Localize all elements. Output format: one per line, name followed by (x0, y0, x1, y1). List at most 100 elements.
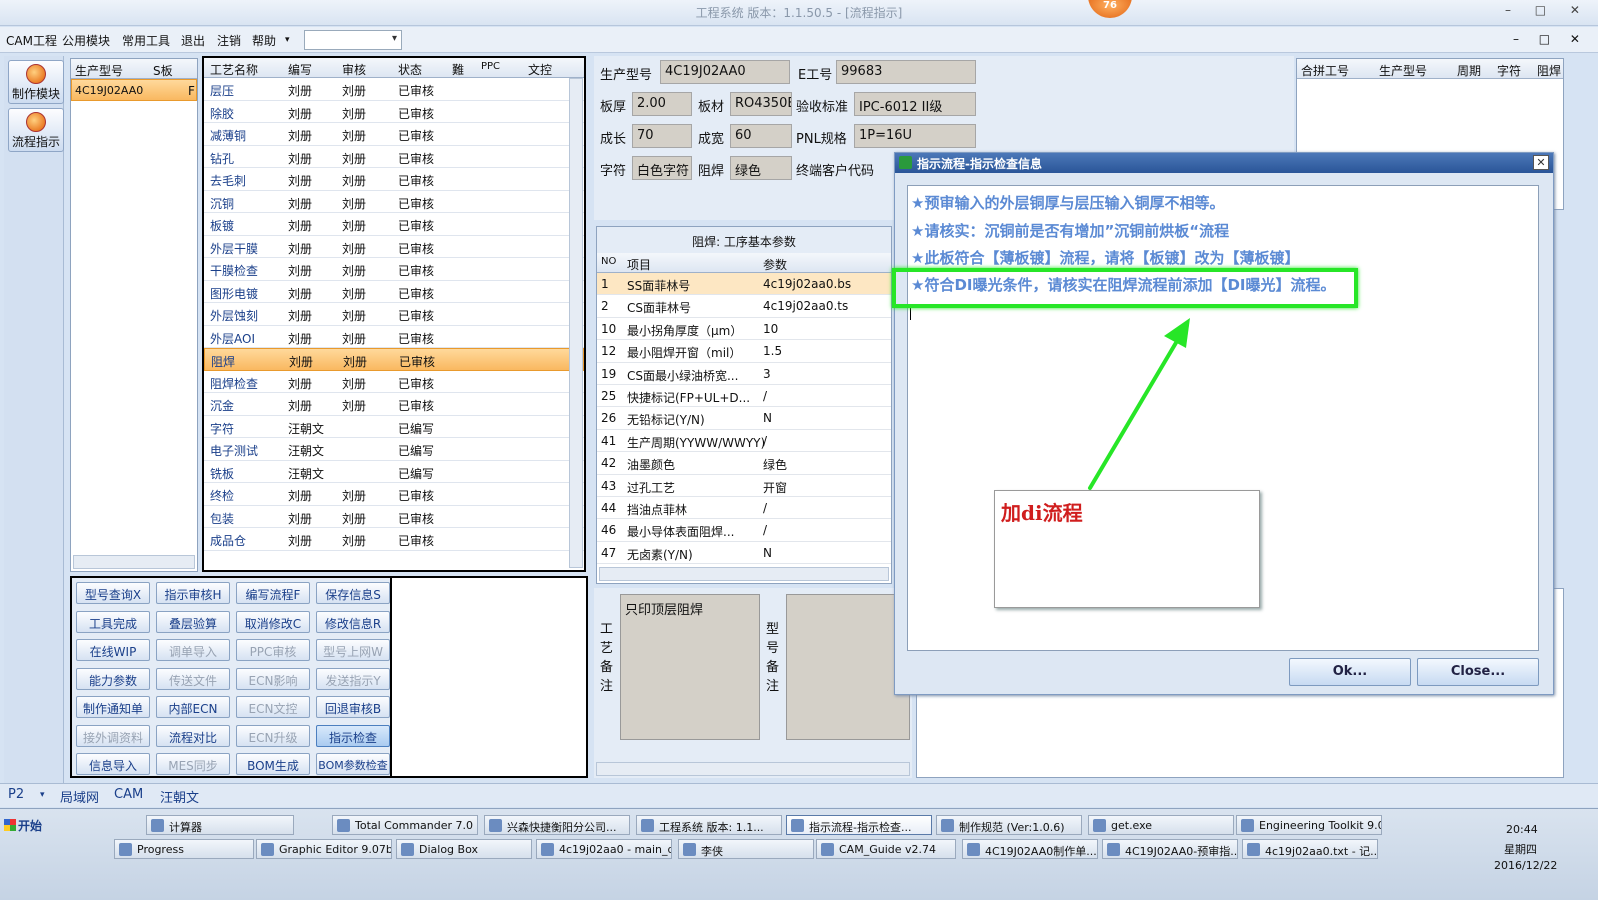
process-row[interactable]: 去毛刺 刘册 刘册 已审核 (204, 168, 584, 191)
status-network[interactable]: 局域网 (60, 787, 99, 806)
chevron-down-icon[interactable]: ▾ (285, 35, 290, 45)
col-difficulty[interactable]: 難 (452, 61, 464, 78)
action-button[interactable]: 流程对比 (156, 724, 230, 747)
process-row[interactable]: 外层AOI 刘册 刘册 已审核 (204, 326, 584, 348)
param-row[interactable]: 26 无铅标记(Y/N) N (597, 407, 891, 430)
job-col-flag[interactable]: S板 (153, 62, 173, 79)
col-merge-period[interactable]: 周期 (1457, 62, 1481, 79)
action-button[interactable]: 回退审核B (316, 696, 390, 718)
menu-exit[interactable]: 退出 (181, 32, 205, 49)
model-remark-text[interactable] (786, 594, 910, 740)
action-button[interactable]: 叠层验算 (156, 610, 230, 633)
action-button[interactable]: 指示检查 (316, 724, 390, 747)
taskbar-item[interactable]: Dialog Box (396, 839, 532, 859)
process-row[interactable]: 沉金 刘册 刘册 已审核 (204, 393, 584, 416)
action-button[interactable]: BOM生成 (236, 753, 310, 775)
action-button[interactable]: 工具完成 (76, 610, 150, 633)
col-no[interactable]: NO (601, 256, 616, 267)
process-row[interactable]: 包装 刘册 刘册 已审核 (204, 506, 584, 528)
taskbar-item[interactable]: 工程系统 版本: 1.1... (636, 815, 782, 835)
taskbar-item[interactable]: 4c19j02aa0.txt - 记... (1242, 839, 1378, 859)
action-button[interactable]: 取消修改C (236, 610, 310, 633)
param-row[interactable]: 12 最小阻焊开窗（mil） 1.5 (597, 340, 891, 363)
param-row[interactable]: 42 油墨颜色 绿色 (597, 452, 891, 475)
process-vscrollbar[interactable] (569, 78, 583, 568)
col-merge-no[interactable]: 合拼工号 (1301, 62, 1349, 79)
status-user[interactable]: 汪朝文 (160, 787, 199, 806)
pnl-field[interactable]: 1P=16U (854, 124, 976, 148)
action-button[interactable]: 内部ECN (156, 696, 230, 718)
close-button[interactable]: Close... (1417, 658, 1539, 686)
param-row[interactable]: 19 CS面最小绿油桥宽... 3 (597, 363, 891, 385)
taskbar-item[interactable]: 指示流程-指示检查... (786, 815, 932, 835)
job-hscrollbar[interactable] (73, 555, 195, 569)
menu-common-modules[interactable]: 公用模块 (62, 32, 110, 49)
action-button[interactable]: BOM参数检查 (316, 753, 390, 775)
process-row[interactable]: 电子测试 汪朝文 已编写 (204, 438, 584, 461)
process-remark-text[interactable]: 只印顶层阻焊 (620, 594, 760, 740)
action-button[interactable]: 修改信息R (316, 610, 390, 633)
process-row[interactable]: 沉铜 刘册 刘册 已审核 (204, 191, 584, 213)
process-row[interactable]: 干膜检查 刘册 刘册 已审核 (204, 258, 584, 281)
param-row[interactable]: 43 过孔工艺 开窗 (597, 475, 891, 497)
process-row[interactable]: 终检 刘册 刘册 已审核 (204, 483, 584, 506)
col-item[interactable]: 项目 (627, 256, 651, 273)
process-row[interactable]: 阻焊 刘册 刘册 已审核 (204, 348, 584, 371)
chevron-down-icon[interactable]: ▾ (40, 790, 45, 800)
taskbar-item[interactable]: 4C19J02AA0-预审指... (1102, 839, 1238, 859)
action-button[interactable]: MES同步 (156, 753, 230, 775)
mask-field[interactable]: 绿色 (730, 156, 792, 180)
action-button[interactable]: 型号上网W (316, 639, 390, 661)
ok-button[interactable]: Ok... (1289, 658, 1411, 686)
taskbar-item[interactable]: CAM_Guide v2.74 (816, 839, 956, 859)
taskbar-item[interactable]: 计算器 (146, 815, 294, 835)
action-button[interactable]: 发送指示Y (316, 667, 390, 690)
col-ppc[interactable]: PPC (481, 61, 500, 72)
menu-combo[interactable] (304, 30, 402, 50)
action-button[interactable]: ECN文控 (236, 696, 310, 718)
process-row[interactable]: 阻焊检查 刘册 刘册 已审核 (204, 371, 584, 393)
param-row[interactable]: 46 最小导体表面阻焊... / (597, 519, 891, 542)
process-row[interactable]: 钻孔 刘册 刘册 已审核 (204, 146, 584, 168)
col-process-name[interactable]: 工艺名称 (210, 61, 258, 78)
param-row[interactable]: 25 快捷标记(FP+UL+D... / (597, 385, 891, 408)
process-row[interactable]: 铣板 汪朝文 已编写 (204, 461, 584, 483)
menu-cam[interactable]: CAM工程 (6, 32, 57, 49)
status-page[interactable]: P2 (8, 787, 24, 802)
param-row[interactable]: 10 最小拐角厚度（μm） 10 (597, 318, 891, 341)
param-row[interactable]: 1 SS面菲林号 4c19j02aa0.bs (597, 273, 891, 296)
action-button[interactable]: 能力参数 (76, 667, 150, 690)
col-merge-model[interactable]: 生产型号 (1379, 62, 1427, 79)
mdi-controls[interactable]: – □ ✕ (1513, 32, 1588, 46)
action-button[interactable]: 制作通知单 (76, 696, 150, 718)
action-button[interactable]: 编写流程F (236, 582, 310, 604)
material-field[interactable]: RO4350B (730, 92, 792, 116)
job-row[interactable]: 4C19J02AA0 F (71, 79, 197, 101)
param-row[interactable]: 44 挡油点菲林 / (597, 497, 891, 520)
status-cam[interactable]: CAM (114, 787, 143, 802)
process-row[interactable]: 外层干膜 刘册 刘册 已审核 (204, 236, 584, 258)
process-row[interactable]: 板镀 刘册 刘册 已审核 (204, 213, 584, 236)
char-field[interactable]: 白色字符 (632, 156, 692, 180)
col-merge-char[interactable]: 字符 (1497, 62, 1521, 79)
process-row[interactable]: 图形电镀 刘册 刘册 已审核 (204, 281, 584, 303)
window-controls[interactable]: – □ ✕ (1505, 3, 1590, 17)
start-button[interactable]: 开始 (4, 815, 52, 835)
param-row[interactable]: 2 CS面菲林号 4c19j02aa0.ts (597, 295, 891, 318)
col-value[interactable]: 参数 (763, 256, 787, 273)
action-button[interactable]: 型号查询X (76, 582, 150, 604)
col-doc-control[interactable]: 文控 (528, 61, 552, 78)
process-row[interactable]: 层压 刘册 刘册 已审核 (204, 78, 584, 101)
action-button[interactable]: ECN升级 (236, 724, 310, 747)
process-row[interactable]: 除胶 刘册 刘册 已审核 (204, 101, 584, 123)
params-hscrollbar[interactable] (599, 567, 889, 581)
param-row[interactable]: 41 生产周期(YYWW/WWYY) / (597, 430, 891, 453)
process-row[interactable]: 外层蚀刻 刘册 刘册 已审核 (204, 303, 584, 326)
make-module-button[interactable]: 制作模块 (8, 60, 64, 104)
col-merge-mask[interactable]: 阻焊 (1537, 62, 1561, 79)
action-button[interactable]: PPC审核 (236, 639, 310, 661)
action-button[interactable]: 调单导入 (156, 639, 230, 661)
action-button[interactable]: 指示审核H (156, 582, 230, 604)
taskbar-item[interactable]: Graphic Editor 9.07b... (256, 839, 392, 859)
action-button[interactable]: ECN影响 (236, 667, 310, 690)
